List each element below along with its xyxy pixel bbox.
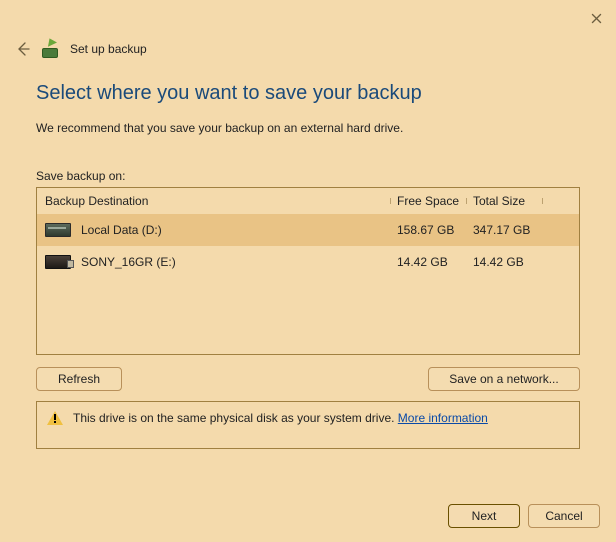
recommendation-text: We recommend that you save your backup o… bbox=[36, 121, 580, 135]
drive-list: Backup Destination Free Space Total Size… bbox=[36, 187, 580, 355]
column-header-free-space[interactable]: Free Space bbox=[391, 194, 467, 208]
action-row: Refresh Save on a network... bbox=[36, 367, 580, 391]
drive-name: Local Data (D:) bbox=[81, 223, 162, 237]
save-on-label: Save backup on: bbox=[36, 169, 580, 183]
column-header-destination-label: Backup Destination bbox=[45, 194, 148, 208]
drive-free-space: 158.67 GB bbox=[397, 223, 454, 237]
drive-row[interactable]: Local Data (D:) 158.67 GB 347.17 GB bbox=[37, 214, 579, 246]
refresh-button[interactable]: Refresh bbox=[36, 367, 122, 391]
backup-wizard-window: Set up backup Select where you want to s… bbox=[0, 0, 616, 542]
drive-list-header: Backup Destination Free Space Total Size bbox=[37, 188, 579, 214]
column-header-total-size-label: Total Size bbox=[473, 194, 525, 208]
warning-text: This drive is on the same physical disk … bbox=[73, 410, 488, 426]
header: Set up backup bbox=[14, 40, 602, 58]
usb-drive-icon bbox=[45, 255, 71, 269]
hard-drive-icon bbox=[45, 223, 71, 237]
drive-name: SONY_16GR (E:) bbox=[81, 255, 176, 269]
column-header-total-size[interactable]: Total Size bbox=[467, 194, 543, 208]
save-on-network-button[interactable]: Save on a network... bbox=[428, 367, 580, 391]
content-area: Select where you want to save your backu… bbox=[36, 82, 580, 490]
close-button[interactable] bbox=[584, 6, 608, 30]
drive-total-size: 347.17 GB bbox=[473, 223, 530, 237]
column-header-destination[interactable]: Backup Destination bbox=[37, 194, 391, 208]
drive-total-size: 14.42 GB bbox=[473, 255, 524, 269]
next-button[interactable]: Next bbox=[448, 504, 520, 528]
drive-row[interactable]: SONY_16GR (E:) 14.42 GB 14.42 GB bbox=[37, 246, 579, 278]
page-heading: Select where you want to save your backu… bbox=[36, 82, 580, 105]
warning-message: This drive is on the same physical disk … bbox=[73, 411, 398, 425]
backup-app-icon bbox=[42, 40, 60, 58]
cancel-button[interactable]: Cancel bbox=[528, 504, 600, 528]
more-information-link[interactable]: More information bbox=[398, 411, 488, 425]
warning-panel: This drive is on the same physical disk … bbox=[36, 401, 580, 449]
column-header-free-space-label: Free Space bbox=[397, 194, 459, 208]
close-icon bbox=[591, 13, 602, 24]
footer-buttons: Next Cancel bbox=[448, 504, 600, 528]
window-title: Set up backup bbox=[70, 42, 147, 56]
drive-free-space: 14.42 GB bbox=[397, 255, 448, 269]
back-button[interactable] bbox=[14, 40, 32, 58]
back-arrow-icon bbox=[15, 41, 31, 57]
warning-icon bbox=[47, 411, 63, 427]
